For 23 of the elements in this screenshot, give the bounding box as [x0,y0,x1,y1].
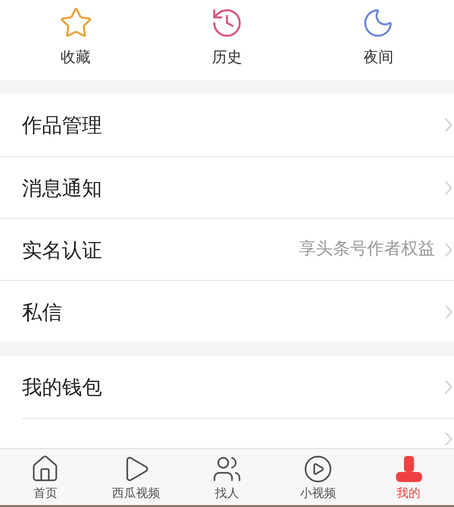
menu-row[interactable]: 我的钱包 [0,356,454,418]
star-icon [58,6,93,40]
tab[interactable]: 西瓜视频 [90,449,182,505]
tab[interactable]: 首页 [0,449,91,505]
people-icon [212,454,242,484]
person-icon [394,454,424,484]
shortcut-button[interactable]: 夜间 [302,0,454,80]
tab[interactable]: 找人 [182,449,272,505]
chevron-icon [445,180,452,194]
shortcut-button[interactable]: 收藏 [0,0,152,80]
chevron-icon [445,242,452,256]
chevron-icon [445,432,452,446]
tab[interactable]: 我的 [363,449,454,505]
play-circle-icon [302,454,333,484]
chevron-icon [445,380,452,394]
chevron-icon [445,304,452,318]
menu-row[interactable]: 消息通知 [0,156,454,218]
chevron-icon [445,118,452,132]
menu-row[interactable]: 私信 [0,280,454,342]
shortcut-button[interactable]: 历史 [151,0,303,80]
menu-row[interactable]: 实名认证 享头条号作者权益 [0,218,454,280]
menu-row[interactable]: 作品管理 [0,94,454,156]
tab[interactable]: 小视频 [272,449,364,505]
